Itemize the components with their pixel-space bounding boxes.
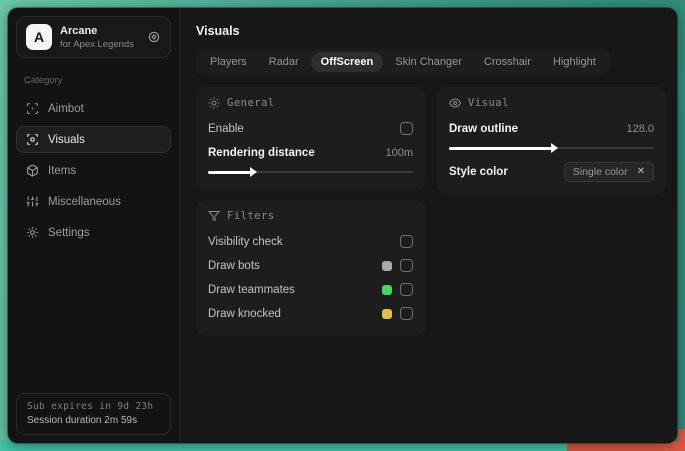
session-duration-text: Session duration 2m 59s [27, 415, 138, 426]
draw-outline-value: 128.0 [626, 122, 654, 135]
draw-teammates-label: Draw teammates [208, 283, 295, 296]
style-color-dropdown[interactable]: Single color ✕ [563, 161, 654, 182]
panels-area: General Enable Rendering distance 100m F… [196, 87, 666, 336]
draw-bots-checkbox[interactable] [400, 259, 413, 272]
draw-knocked-label: Draw knocked [208, 307, 281, 320]
tab-radar[interactable]: Radar [259, 52, 309, 72]
right-column: Visual Draw outline 128.0 Style color Si… [437, 87, 666, 194]
tab-highlight[interactable]: Highlight [543, 52, 606, 72]
visibility-check-checkbox[interactable] [400, 235, 413, 248]
target-icon[interactable] [147, 30, 161, 44]
sun-icon [208, 97, 220, 109]
rendering-distance-row: Rendering distance 100m [208, 142, 413, 163]
sidebar-item-label: Items [48, 164, 77, 177]
filters-panel-title: Filters [227, 210, 275, 222]
sidebar-item-label: Aimbot [48, 102, 84, 115]
style-color-label: Style color [449, 165, 508, 178]
draw-outline-row: Draw outline 128.0 [449, 118, 654, 139]
enable-checkbox[interactable] [400, 122, 413, 135]
funnel-icon [208, 210, 220, 222]
visual-panel-header: Visual [449, 97, 654, 109]
crosshair-scan-icon [26, 102, 39, 115]
tab-offscreen[interactable]: OffScreen [310, 52, 384, 72]
sidebar-item-settings[interactable]: Settings [16, 219, 171, 246]
sub-expires-text: Sub expires in 9d 23h [27, 401, 154, 412]
tab-players[interactable]: Players [200, 52, 257, 72]
rendering-distance-value: 100m [385, 146, 413, 159]
sidebar-item-label: Miscellaneous [48, 195, 121, 208]
enable-row: Enable [208, 118, 413, 139]
sidebar-item-aimbot[interactable]: Aimbot [16, 95, 171, 122]
general-panel-title: General [227, 97, 275, 109]
general-panel: General Enable Rendering distance 100m [196, 87, 425, 190]
tab-bar: Players Radar OffScreen Skin Changer Cro… [196, 49, 610, 75]
filters-panel-header: Filters [208, 210, 413, 222]
draw-knocked-color-swatch[interactable] [382, 308, 392, 319]
style-color-selected-value: Single color [572, 165, 628, 178]
sidebar-item-miscellaneous[interactable]: Miscellaneous [16, 188, 171, 215]
sidebar-item-visuals[interactable]: Visuals [16, 126, 171, 153]
visual-panel: Visual Draw outline 128.0 Style color Si… [437, 87, 666, 194]
filters-panel: Filters Visibility check Draw bots Draw … [196, 200, 425, 336]
left-column: General Enable Rendering distance 100m F… [196, 87, 425, 336]
subscription-info-box: Sub expires in 9d 23h Session duration 2… [16, 393, 171, 435]
sidebar-item-label: Visuals [48, 133, 85, 146]
visibility-check-row: Visibility check [208, 231, 413, 252]
eye-scan-icon [26, 133, 39, 146]
general-panel-header: General [208, 97, 413, 109]
category-label: Category [24, 75, 63, 86]
app-name: Arcane [60, 24, 98, 37]
rendering-distance-slider[interactable] [208, 166, 413, 177]
style-color-row: Style color Single color ✕ [449, 161, 654, 182]
eye-icon [449, 97, 461, 109]
draw-teammates-color-swatch[interactable] [382, 284, 392, 295]
sidebar-item-items[interactable]: Items [16, 157, 171, 184]
draw-bots-label: Draw bots [208, 259, 260, 272]
sidebar-nav: Aimbot Visuals Items Miscellaneous Setti… [8, 93, 179, 248]
draw-teammates-checkbox[interactable] [400, 283, 413, 296]
cube-icon [26, 164, 39, 177]
draw-bots-row: Draw bots [208, 255, 413, 276]
clear-icon[interactable]: ✕ [637, 166, 645, 177]
background-red-edge [678, 429, 685, 451]
visibility-check-label: Visibility check [208, 235, 283, 248]
tab-skin-changer[interactable]: Skin Changer [385, 52, 472, 72]
enable-label: Enable [208, 122, 244, 135]
gear-icon [26, 226, 39, 239]
sliders-icon [26, 195, 39, 208]
draw-outline-label: Draw outline [449, 122, 519, 135]
app-subtitle: for Apex Legends [60, 38, 134, 50]
rendering-distance-label: Rendering distance [208, 146, 315, 159]
visual-panel-title: Visual [468, 97, 509, 109]
page-title: Visuals [196, 24, 240, 38]
draw-teammates-row: Draw teammates [208, 279, 413, 300]
app-window: A Arcane for Apex Legends Category Aimbo… [8, 8, 677, 443]
app-title-block: Arcane for Apex Legends [60, 25, 134, 50]
tab-crosshair[interactable]: Crosshair [474, 52, 541, 72]
main-content: Visuals Players Radar OffScreen Skin Cha… [180, 8, 677, 443]
slider-fill [208, 167, 258, 177]
draw-knocked-row: Draw knocked [208, 303, 413, 324]
draw-knocked-checkbox[interactable] [400, 307, 413, 320]
app-header: A Arcane for Apex Legends [16, 16, 171, 58]
app-logo: A [26, 24, 52, 50]
draw-bots-color-swatch[interactable] [382, 260, 392, 271]
sidebar-item-label: Settings [48, 226, 90, 239]
draw-outline-slider[interactable] [449, 142, 654, 153]
slider-fill [449, 143, 557, 153]
sidebar: A Arcane for Apex Legends Category Aimbo… [8, 8, 180, 443]
